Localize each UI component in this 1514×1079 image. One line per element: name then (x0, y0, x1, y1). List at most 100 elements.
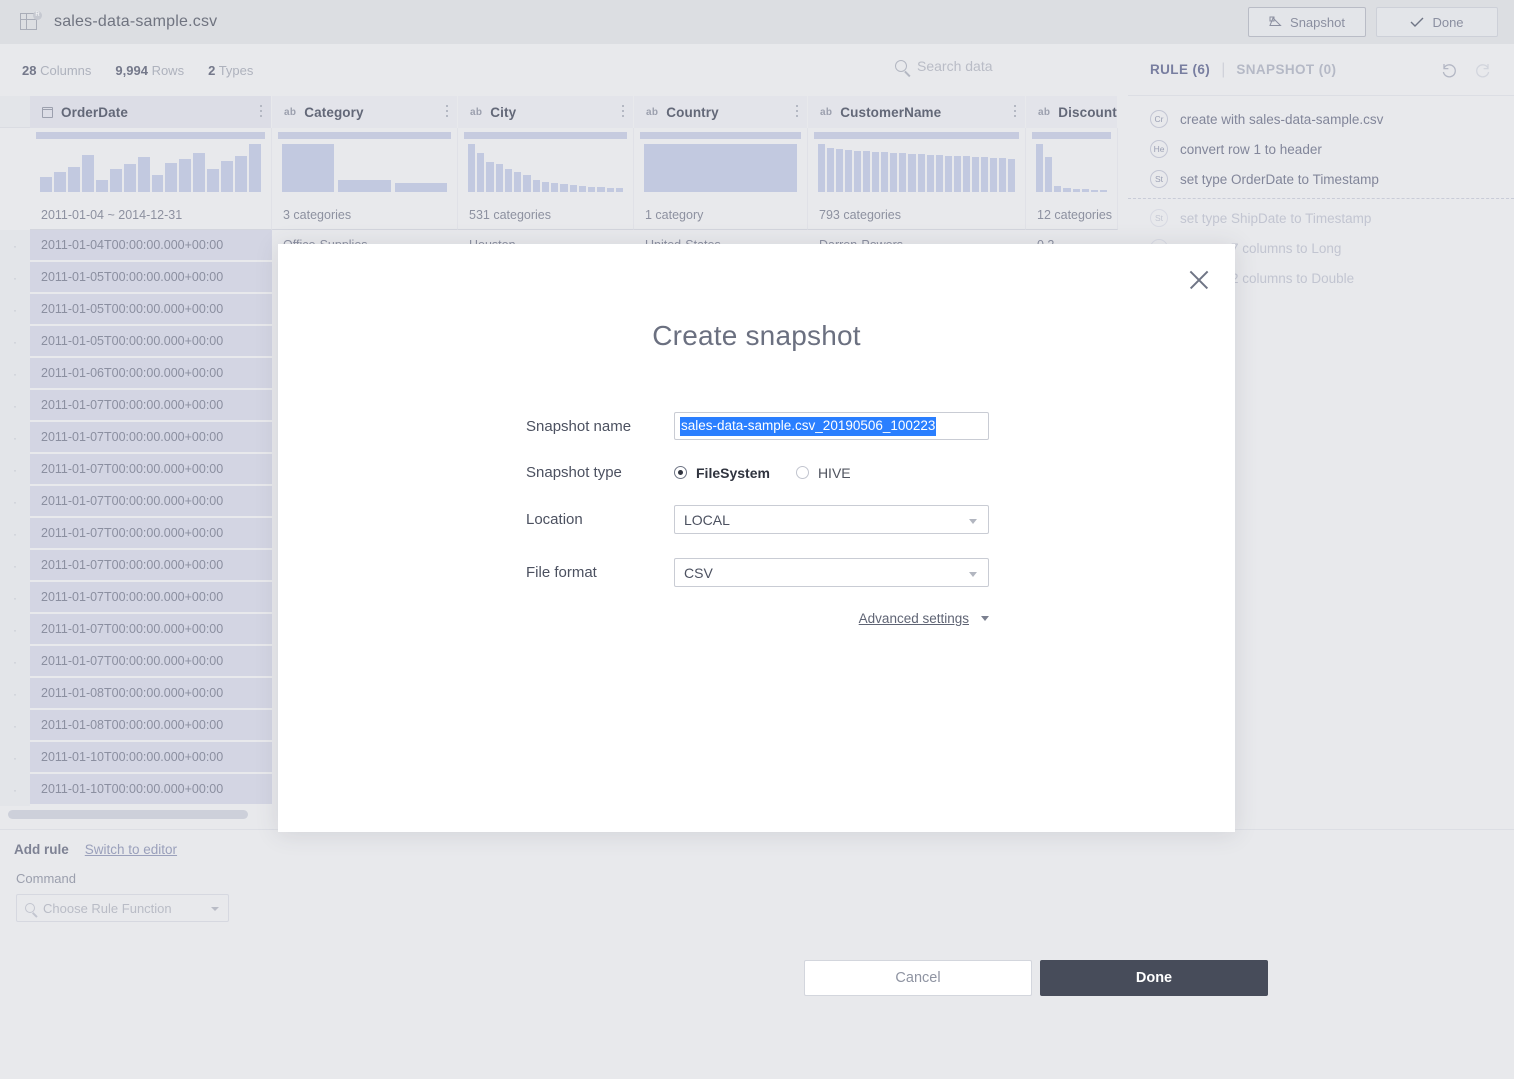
column-summary-discount: 12 categories (1026, 200, 1118, 230)
undo-icon[interactable] (1440, 61, 1458, 79)
table-cell-orderdate[interactable]: 2011-01-10T00:00:00.000+00:00 (30, 774, 272, 806)
rows-meta: 9,994 Rows (115, 63, 184, 78)
column-histogram-customername (808, 128, 1026, 200)
column-menu-icon[interactable] (1014, 105, 1016, 118)
file-format-select[interactable]: CSV (674, 558, 989, 587)
row-number: · (0, 486, 30, 518)
table-cell-orderdate[interactable]: 2011-01-07T00:00:00.000+00:00 (30, 550, 272, 582)
radio-hive[interactable]: HIVE (795, 465, 851, 481)
columns-count: 28 (22, 62, 37, 78)
row-number: · (0, 614, 30, 646)
table-cell-orderdate[interactable]: 2011-01-08T00:00:00.000+00:00 (30, 678, 272, 710)
row-number: · (0, 646, 30, 678)
snapshot-name-row: Snapshot name sales-data-sample.csv_2019… (526, 412, 1235, 440)
table-cell-orderdate[interactable]: 2011-01-07T00:00:00.000+00:00 (30, 614, 272, 646)
column-histogram-category (272, 128, 458, 200)
snapshot-form: Snapshot name sales-data-sample.csv_2019… (278, 412, 1235, 626)
rule-item[interactable]: St set type ShipDate to Timestamp (1128, 203, 1514, 233)
done-top-button[interactable]: Done (1376, 7, 1498, 37)
snapshot-button[interactable]: Snapshot (1248, 7, 1366, 37)
table-cell-orderdate[interactable]: 2011-01-07T00:00:00.000+00:00 (30, 422, 272, 454)
column-summary-city: 531 categories (458, 200, 634, 230)
column-summary-category: 3 categories (272, 200, 458, 230)
chevron-down-icon (981, 616, 989, 621)
tab-rule[interactable]: RULE (6) (1150, 62, 1210, 77)
table-cell-orderdate[interactable]: 2011-01-07T00:00:00.000+00:00 (30, 582, 272, 614)
snapshot-type-label: Snapshot type (526, 464, 622, 481)
redo-icon[interactable] (1474, 61, 1492, 79)
chevron-down-icon (211, 907, 219, 911)
column-menu-icon[interactable] (260, 105, 262, 118)
string-type-icon: ab (284, 106, 297, 118)
column-header-row: OrderDate ab Category ab City ab Country ab Cust… (0, 96, 1118, 128)
close-icon[interactable] (1185, 266, 1213, 294)
column-header-orderdate[interactable]: OrderDate (30, 96, 272, 128)
table-cell-orderdate[interactable]: 2011-01-06T00:00:00.000+00:00 (30, 358, 272, 390)
row-number: · (0, 518, 30, 550)
table-cell-orderdate[interactable]: 2011-01-05T00:00:00.000+00:00 (30, 262, 272, 294)
radio-filesystem[interactable]: FileSystem (674, 465, 770, 481)
switch-to-editor-link[interactable]: Switch to editor (85, 842, 177, 857)
snapshot-button-label: Snapshot (1290, 14, 1345, 30)
rule-item[interactable]: St set type OrderDate to Timestamp (1128, 164, 1514, 194)
location-select[interactable]: LOCAL (674, 505, 989, 534)
tab-separator: | (1221, 60, 1226, 78)
row-number: · (0, 422, 30, 454)
snapshot-type-radios: FileSystem HIVE (674, 465, 851, 481)
histogram-bars (644, 144, 797, 192)
table-cell-orderdate[interactable]: 2011-01-08T00:00:00.000+00:00 (30, 710, 272, 742)
column-menu-icon[interactable] (446, 105, 448, 118)
column-name: Country (666, 104, 719, 120)
table-cell-orderdate[interactable]: 2011-01-07T00:00:00.000+00:00 (30, 454, 272, 486)
column-menu-icon[interactable] (796, 105, 798, 118)
snapshot-name-label: Snapshot name (526, 417, 632, 435)
table-cell-orderdate[interactable]: 2011-01-10T00:00:00.000+00:00 (30, 742, 272, 774)
calendar-icon (41, 106, 53, 118)
tab-snapshot[interactable]: SNAPSHOT (0) (1236, 62, 1336, 77)
string-type-icon: ab (820, 106, 833, 118)
table-cell-orderdate[interactable]: 2011-01-07T00:00:00.000+00:00 (30, 646, 272, 678)
column-header-category[interactable]: ab Category (272, 96, 458, 128)
modal-actions: Cancel Done (804, 960, 1268, 996)
table-cell-orderdate[interactable]: 2011-01-05T00:00:00.000+00:00 (30, 326, 272, 358)
search-data-input[interactable]: Search data (895, 58, 993, 74)
rule-item[interactable]: Cr create with sales-data-sample.csv (1128, 104, 1514, 134)
rows-count: 9,994 (115, 62, 148, 78)
modal-title: Create snapshot (652, 320, 861, 351)
table-cell-orderdate[interactable]: 2011-01-04T00:00:00.000+00:00 (30, 230, 272, 262)
horizontal-scrollbar-thumb[interactable] (8, 810, 248, 819)
column-menu-icon[interactable] (622, 105, 624, 118)
table-cell-orderdate[interactable]: 2011-01-07T00:00:00.000+00:00 (30, 486, 272, 518)
row-number: · (0, 326, 30, 358)
rules-panel-header: RULE (6) | SNAPSHOT (0) (1128, 44, 1514, 96)
row-number-spacer (0, 200, 30, 230)
snapshot-icon (1269, 16, 1282, 26)
advanced-settings-toggle[interactable]: Advanced settings (674, 611, 989, 626)
app-root: R sales-data-sample.csv Snapshot Done 28… (0, 0, 1514, 1079)
snapshot-name-input[interactable]: sales-data-sample.csv_20190506_100223 (674, 412, 989, 440)
rule-function-select[interactable]: Choose Rule Function (16, 894, 229, 922)
table-cell-orderdate[interactable]: 2011-01-07T00:00:00.000+00:00 (30, 390, 272, 422)
snapshot-name-value: sales-data-sample.csv_20190506_100223 (680, 416, 937, 436)
column-histogram-city (458, 128, 634, 200)
column-header-city[interactable]: ab City (458, 96, 634, 128)
dataset-meta: 28 Columns 9,994 Rows 2 Types Search dat… (0, 44, 1118, 96)
table-cell-orderdate[interactable]: 2011-01-05T00:00:00.000+00:00 (30, 294, 272, 326)
row-number: · (0, 582, 30, 614)
column-name: Category (304, 104, 364, 120)
advanced-settings-label: Advanced settings (858, 611, 969, 626)
table-cell-orderdate[interactable]: 2011-01-07T00:00:00.000+00:00 (30, 518, 272, 550)
radio-filesystem-label: FileSystem (696, 464, 770, 481)
histogram-top-bar (464, 132, 627, 139)
column-header-country[interactable]: ab Country (634, 96, 808, 128)
column-header-customername[interactable]: ab CustomerName (808, 96, 1026, 128)
rule-function-placeholder: Choose Rule Function (43, 900, 172, 916)
rule-item[interactable]: He convert row 1 to header (1128, 134, 1514, 164)
table-file-icon: R (20, 11, 42, 33)
rule-text: create with sales-data-sample.csv (1180, 111, 1384, 127)
snapshot-type-row: Snapshot type FileSystem HIVE (526, 464, 1235, 481)
modal-done-button[interactable]: Done (1040, 960, 1268, 996)
modal-cancel-button[interactable]: Cancel (804, 960, 1032, 996)
column-header-discount[interactable]: ab Discount (1026, 96, 1118, 128)
create-snapshot-modal: Create snapshot Snapshot name sales-data… (278, 244, 1268, 996)
